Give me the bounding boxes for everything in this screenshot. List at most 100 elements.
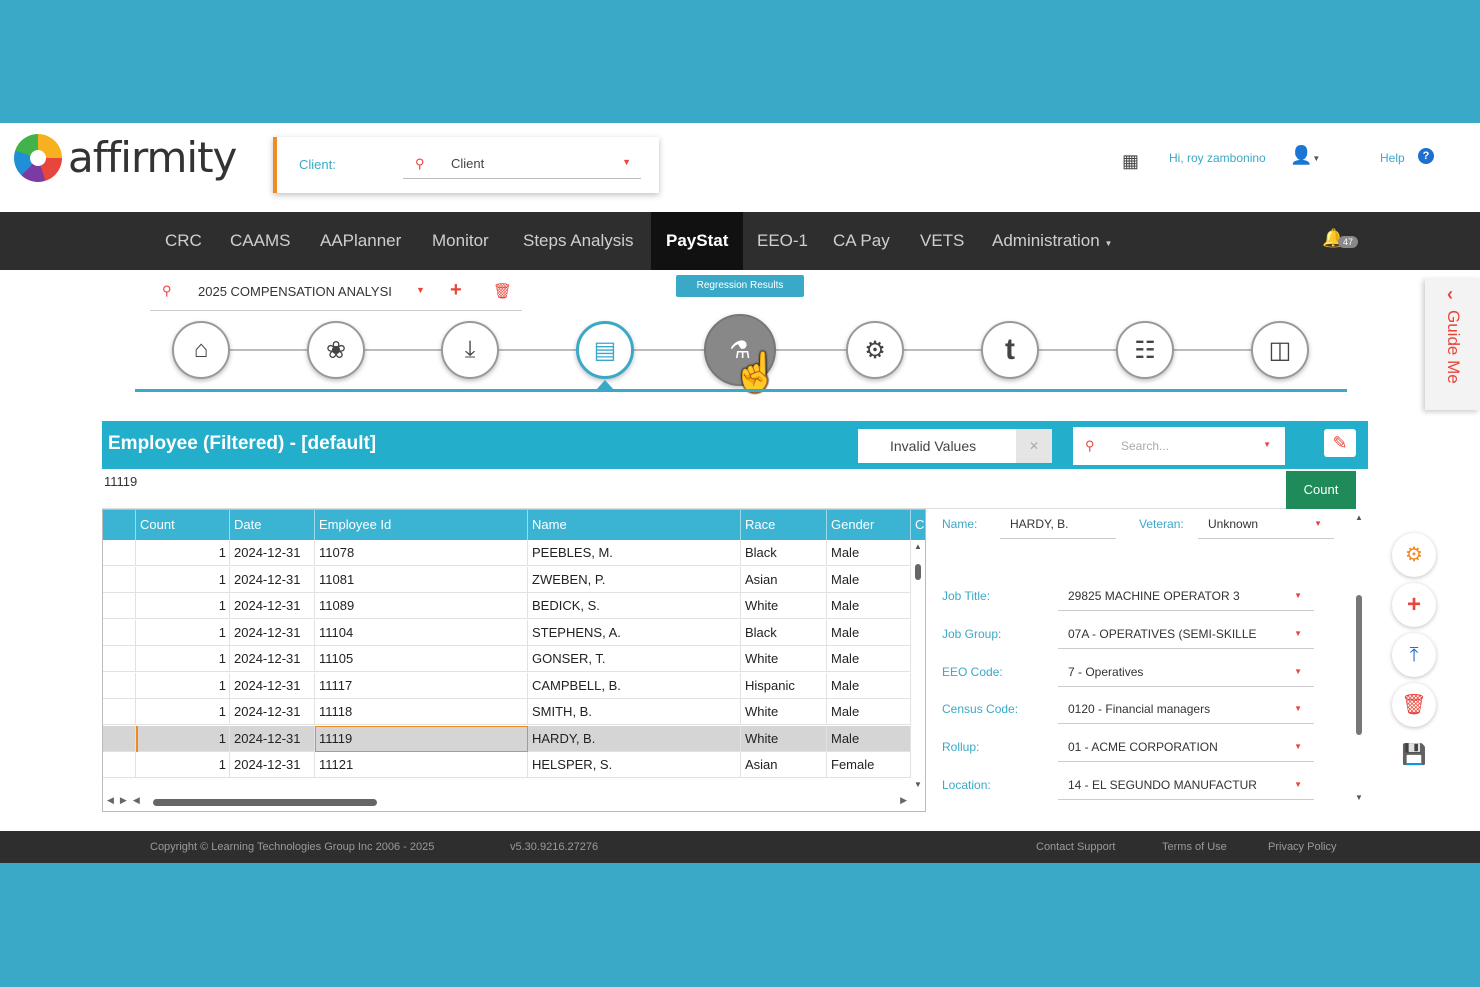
nav-item-caams[interactable]: CAAMS (215, 212, 305, 270)
table-row[interactable]: 1 2024-12-31 11081 ZWEBEN, P. Asian Male (103, 566, 911, 593)
add-icon[interactable]: + (1392, 583, 1436, 627)
column-employee-id[interactable]: Employee Id (315, 510, 528, 540)
form-scrollbar[interactable]: ▲ ▼ (1354, 513, 1364, 803)
column-c[interactable]: C (911, 510, 925, 540)
scroll-right-icon[interactable]: ▶ (900, 795, 907, 806)
employee-card-icon[interactable]: ▤ (576, 321, 634, 379)
nav-item-steps-analysis[interactable]: Steps Analysis (508, 212, 649, 270)
nav-item-administration[interactable]: Administration ▼ (977, 212, 1127, 270)
cell-name[interactable]: STEPHENS, A. (528, 619, 741, 646)
cell-select[interactable] (103, 646, 136, 672)
filter-chip[interactable]: Invalid Values ✕ (858, 429, 1052, 463)
table-row[interactable]: 1 2024-12-31 11117 CAMPBELL, B. Hispanic Male (103, 672, 911, 699)
table-row[interactable]: 1 2024-12-31 11104 STEPHENS, A. Black Male (103, 619, 911, 646)
scroll-thumb[interactable] (915, 564, 921, 580)
cell-select[interactable] (103, 699, 136, 725)
count-button[interactable]: Count (1286, 471, 1356, 509)
cell-date[interactable]: 2024-12-31 (230, 699, 315, 725)
nav-item-crc[interactable]: CRC (150, 212, 217, 270)
cell-count[interactable]: 1 (136, 566, 230, 593)
cell-gender[interactable]: Male (827, 672, 911, 699)
cell-count[interactable]: 1 (136, 593, 230, 619)
cell-gender[interactable]: Male (827, 619, 911, 646)
column-name[interactable]: Name (528, 510, 741, 540)
cell-count[interactable]: 1 (136, 672, 230, 699)
veteran-select[interactable]: Unknown ▼ (1198, 513, 1334, 539)
add-analysis-button[interactable]: + (450, 279, 462, 302)
nav-item-vets[interactable]: VETS (905, 212, 979, 270)
client-dropdown[interactable]: ⚲ Client ▼ (403, 147, 641, 179)
cell-name[interactable]: HARDY, B. (528, 725, 741, 752)
field-select[interactable]: 01 - ACME CORPORATION ▼ (1058, 736, 1314, 763)
cell-race[interactable]: Black (741, 540, 827, 566)
analysis-icon[interactable]: ⚙ (846, 321, 904, 379)
field-select[interactable]: 29825 MACHINE OPERATOR 3 ▼ (1058, 585, 1314, 611)
cell-date[interactable]: 2024-12-31 (230, 752, 315, 778)
cell-date[interactable]: 2024-12-31 (230, 672, 315, 699)
cell-emp[interactable]: 11089 (315, 593, 528, 619)
apps-grid-icon[interactable]: ▦ (1122, 151, 1139, 172)
name-field[interactable]: HARDY, B. (1000, 513, 1116, 539)
nav-item-eeo1[interactable]: EEO-1 (742, 212, 823, 270)
field-select[interactable]: 07A - OPERATIVES (SEMI-SKILLE ▼ (1058, 623, 1314, 649)
cell-emp[interactable]: 11104 (315, 619, 528, 646)
cell-race[interactable]: Black (741, 619, 827, 646)
cell-emp[interactable]: 11081 (315, 566, 528, 593)
cell-select[interactable] (103, 593, 136, 619)
help-icon[interactable]: ? (1418, 148, 1434, 164)
cell-emp[interactable]: 11119 (315, 725, 528, 752)
cell-emp[interactable]: 11118 (315, 699, 528, 725)
field-select[interactable]: 7 - Operatives ▼ (1058, 661, 1314, 687)
scroll-thumb[interactable] (1356, 595, 1362, 735)
cell-date[interactable]: 2024-12-31 (230, 540, 315, 566)
scroll-up-icon[interactable]: ▲ (1355, 513, 1363, 522)
table-row[interactable]: 1 2024-12-31 11089 BEDICK, S. White Male (103, 593, 911, 619)
nav-item-ca-pay[interactable]: CA Pay (818, 212, 905, 270)
cell-count[interactable]: 1 (136, 646, 230, 672)
t-icon[interactable]: t (981, 321, 1039, 379)
cell-gender[interactable]: Male (827, 646, 911, 672)
terms-link[interactable]: Terms of Use (1162, 841, 1227, 853)
column-gender[interactable]: Gender (827, 510, 911, 540)
cell-count[interactable]: 1 (136, 725, 230, 752)
cell-emp[interactable]: 11105 (315, 646, 528, 672)
delete-icon[interactable]: 🗑 (1392, 683, 1436, 727)
cell-date[interactable]: 2024-12-31 (230, 646, 315, 672)
cell-name[interactable]: ZWEBEN, P. (528, 566, 741, 593)
nav-item-paystat[interactable]: PayStat (651, 212, 744, 270)
field-select[interactable]: 14 - EL SEGUNDO MANUFACTUR ▼ (1058, 774, 1314, 800)
cell-count[interactable]: 1 (136, 699, 230, 725)
employee-search-dropdown[interactable]: ⚲ Search... ▼ (1073, 427, 1285, 465)
cell-name[interactable]: PEEBLES, M. (528, 540, 741, 566)
table-row[interactable]: 1 2024-12-31 11119 HARDY, B. White Male (103, 725, 911, 752)
cell-date[interactable]: 2024-12-31 (230, 725, 315, 752)
groups-icon[interactable]: ❀ (307, 321, 365, 379)
cell-race[interactable]: Asian (741, 566, 827, 593)
grid-horizontal-scrollbar[interactable]: ◀▶◀ ▶ (103, 794, 911, 810)
cell-date[interactable]: 2024-12-31 (230, 619, 315, 646)
cell-race[interactable]: Asian (741, 752, 827, 778)
privacy-link[interactable]: Privacy Policy (1268, 841, 1336, 853)
table-row[interactable]: 1 2024-12-31 11121 HELSPER, S. Asian Female (103, 752, 911, 778)
cell-select[interactable] (103, 672, 136, 699)
cell-select[interactable] (103, 540, 136, 566)
cell-gender[interactable]: Male (827, 725, 911, 752)
cell-emp[interactable]: 11117 (315, 672, 528, 699)
cell-name[interactable]: GONSER, T. (528, 646, 741, 672)
trash-icon[interactable]: 🗑 (493, 282, 512, 300)
help-link[interactable]: Help (1380, 151, 1405, 165)
cell-select[interactable] (103, 752, 136, 778)
cell-date[interactable]: 2024-12-31 (230, 566, 315, 593)
report-icon[interactable]: ◫ (1251, 321, 1309, 379)
settings-icon[interactable]: ⚙ (1392, 533, 1436, 577)
cell-date[interactable]: 2024-12-31 (230, 593, 315, 619)
cell-gender[interactable]: Male (827, 540, 911, 566)
cell-count[interactable]: 1 (136, 619, 230, 646)
column-date[interactable]: Date (230, 510, 315, 540)
cell-name[interactable]: CAMPBELL, B. (528, 672, 741, 699)
cell-gender[interactable]: Male (827, 593, 911, 619)
cell-name[interactable]: HELSPER, S. (528, 752, 741, 778)
cell-count[interactable]: 1 (136, 752, 230, 778)
save-icon[interactable]: 💾 (1392, 733, 1436, 777)
edit-icon[interactable]: ✎ (1324, 429, 1356, 457)
